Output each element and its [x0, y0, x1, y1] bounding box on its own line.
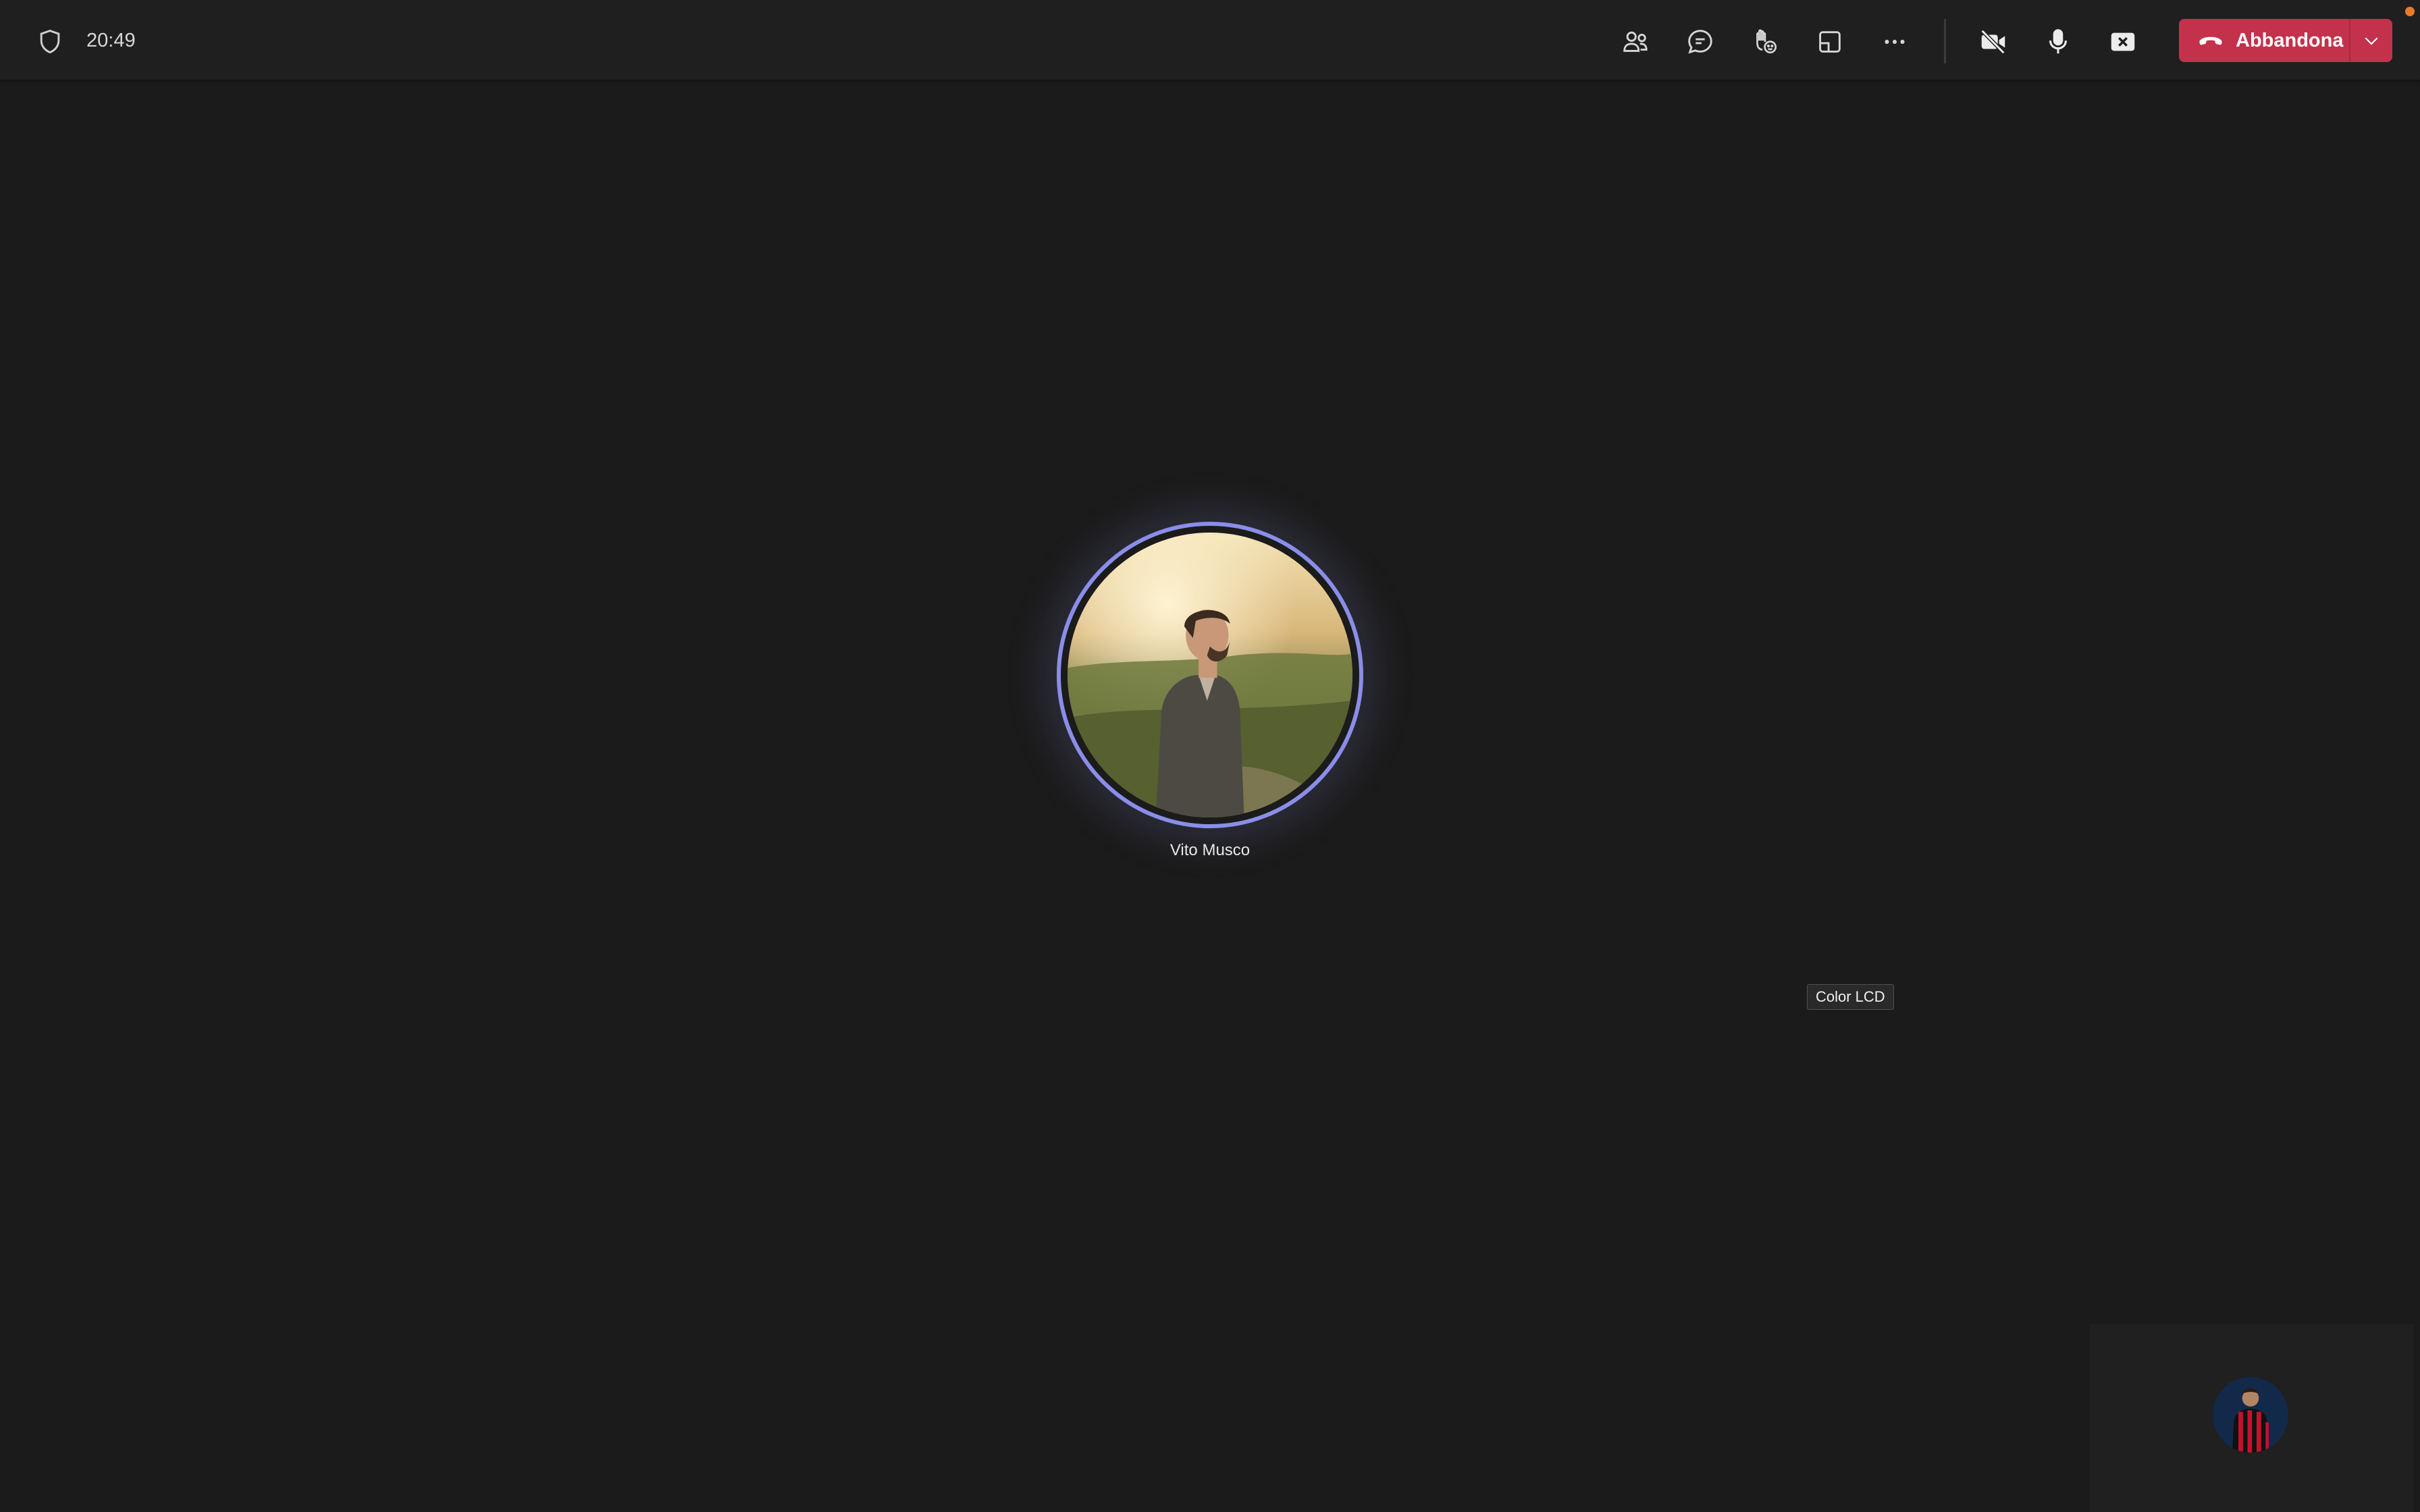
leave-button: Abbandona	[2179, 19, 2392, 62]
shield-icon[interactable]	[35, 27, 65, 57]
leave-call-button[interactable]: Abbandona	[2179, 19, 2349, 62]
self-avatar	[2213, 1377, 2288, 1453]
chevron-down-icon	[2365, 37, 2378, 45]
leave-label: Abbandona	[2236, 29, 2344, 51]
raise-hand-react-icon[interactable]	[1743, 20, 1787, 63]
meeting-toolbar: 20:49 Abbandona	[0, 0, 2420, 80]
notification-dot	[2405, 7, 2415, 16]
camera-off-icon[interactable]	[1972, 20, 2015, 63]
view-icon[interactable]	[1808, 20, 1851, 63]
self-view-tile[interactable]	[2089, 1324, 2413, 1512]
leave-options-button[interactable]	[2350, 19, 2392, 62]
chat-icon[interactable]	[1679, 20, 1722, 63]
toolbar-divider	[1944, 19, 1946, 63]
meeting-duration: 20:49	[86, 30, 136, 51]
people-icon[interactable]	[1614, 20, 1657, 63]
share-stop-icon[interactable]	[2101, 20, 2145, 63]
microphone-icon[interactable]	[2036, 20, 2080, 63]
hang-up-icon	[2199, 36, 2222, 45]
participant-photo	[1068, 533, 1352, 817]
display-tooltip: Color LCD	[1807, 984, 1894, 1010]
more-icon[interactable]	[1873, 20, 1916, 63]
participant-avatar[interactable]	[1057, 522, 1363, 828]
participant-name: Vito Musco	[1169, 841, 1251, 859]
